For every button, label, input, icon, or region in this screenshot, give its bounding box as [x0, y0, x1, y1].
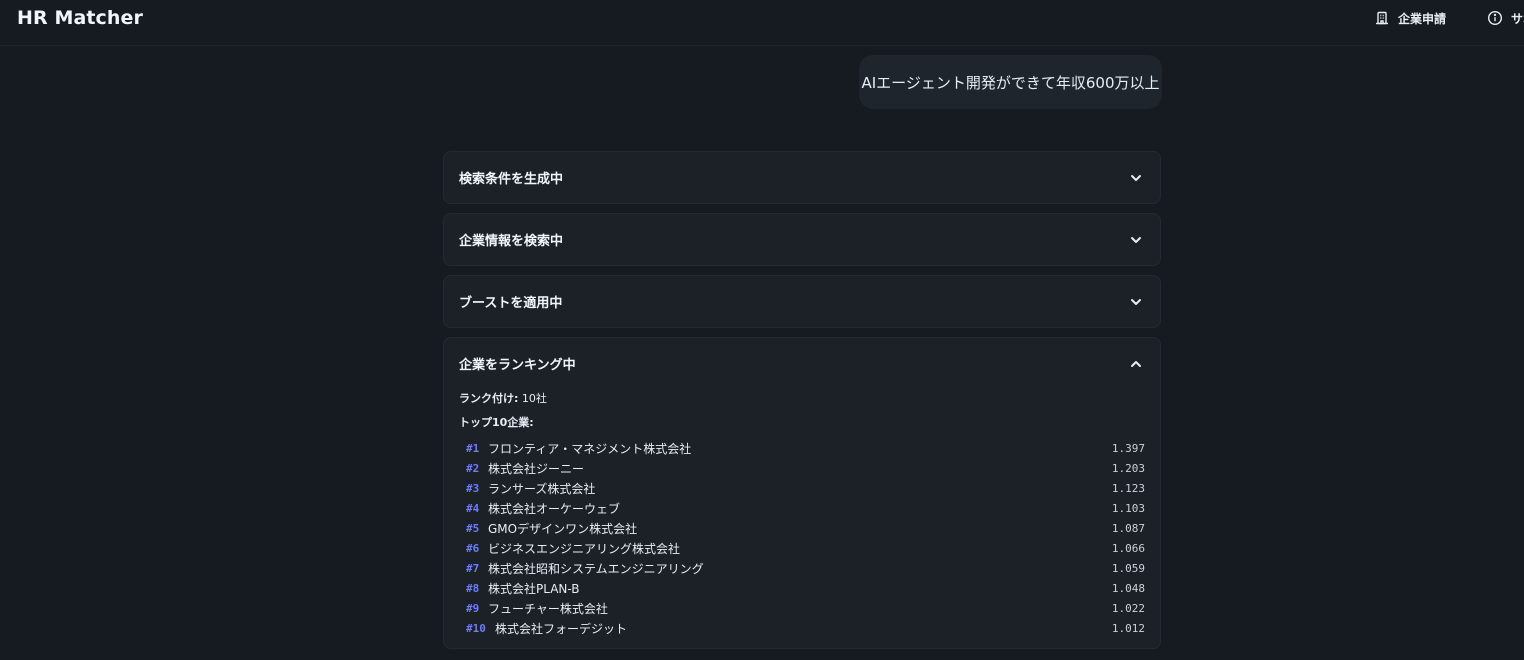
step-panel-apply-boost: ブーストを適用中 [443, 275, 1161, 328]
company-score: 1.022 [1111, 602, 1145, 615]
rank-number: #6 [466, 542, 480, 555]
company-score: 1.123 [1111, 482, 1145, 495]
company-name: 株式会社オーケーウェブ [488, 502, 621, 516]
building-icon [1376, 11, 1388, 25]
rank-number: #2 [466, 462, 480, 475]
rank-number: #7 [466, 562, 480, 575]
company-score: 1.103 [1111, 502, 1145, 515]
ranking-row: #3 ランサーズ株式会社 1.123 [459, 479, 1145, 499]
company-name: ランサーズ株式会社 [488, 482, 596, 496]
chevron-down-icon [1131, 175, 1141, 181]
rank-count-value: 10社 [521, 392, 547, 405]
rank-number: #9 [466, 602, 480, 615]
company-score: 1.059 [1111, 562, 1145, 575]
chevron-down-icon [1131, 299, 1141, 305]
support-button[interactable]: サポート [1487, 8, 1524, 28]
ranking-row: #10 株式会社フォーデジット 1.012 [459, 619, 1145, 639]
company-name: フューチャー株式会社 [488, 602, 608, 616]
ranking-row: #5 GMOデザインワン株式会社 1.087 [459, 519, 1145, 539]
user-message-bubble: AIエージェント開発ができて年収600万以上 [859, 55, 1162, 109]
ranking-row: #7 株式会社昭和システムエンジニアリング 1.059 [459, 559, 1145, 579]
company-apply-label: 企業申請 [1398, 11, 1447, 26]
company-score: 1.087 [1111, 522, 1145, 535]
top-bar: HR Matcher 企業申請 サポート [0, 0, 1524, 46]
company-score: 1.203 [1111, 462, 1145, 475]
chevron-down-icon [1131, 237, 1141, 243]
rank-number: #5 [466, 522, 480, 535]
step-header-apply-boost[interactable]: ブーストを適用中 [444, 276, 1160, 327]
rank-number: #4 [466, 502, 480, 515]
ranking-row: #4 株式会社オーケーウェブ 1.103 [459, 499, 1145, 519]
company-name: ビジネスエンジニアリング株式会社 [488, 542, 681, 556]
ranking-row: #9 フューチャー株式会社 1.022 [459, 599, 1145, 619]
ranking-body: ランク付け: 10社 トップ10企業: #1 フロンティア・マネジメント株式会社… [444, 389, 1160, 639]
brand-title[interactable]: HR Matcher [17, 7, 143, 29]
step-header-generate-conditions[interactable]: 検索条件を生成中 [444, 152, 1160, 203]
step-panel-search-company: 企業情報を検索中 [443, 213, 1161, 266]
ranking-row: #2 株式会社ジーニー 1.203 [459, 459, 1145, 479]
company-name: フロンティア・マネジメント株式会社 [488, 442, 692, 456]
rank-count-label: ランク付け: [459, 392, 519, 405]
ranking-list: #1 フロンティア・マネジメント株式会社 1.397 #2 株式会社ジーニー 1… [459, 439, 1145, 639]
rank-count: ランク付け: 10社 [459, 389, 1145, 409]
ranking-row: #8 株式会社PLAN-B 1.048 [459, 579, 1145, 599]
step-header-search-company[interactable]: 企業情報を検索中 [444, 214, 1160, 265]
step-title: ブーストを適用中 [459, 296, 563, 311]
step-title: 企業情報を検索中 [459, 234, 564, 249]
company-score: 1.066 [1111, 542, 1145, 555]
rank-number: #10 [466, 622, 486, 635]
company-score: 1.048 [1111, 582, 1145, 595]
company-score: 1.397 [1111, 442, 1145, 455]
top-companies-title: トップ10企業: [459, 416, 534, 429]
step-title: 企業をランキング中 [459, 358, 576, 373]
rank-number: #8 [466, 582, 480, 595]
company-name: 株式会社PLAN-B [488, 582, 580, 596]
ranking-row: #1 フロンティア・マネジメント株式会社 1.397 [459, 439, 1145, 459]
ranking-row: #6 ビジネスエンジニアリング株式会社 1.066 [459, 539, 1145, 559]
step-panel-ranking: 企業をランキング中 ランク付け: 10社 トップ10企業: #1 フロンティア・… [443, 337, 1161, 649]
step-panel-generate-conditions: 検索条件を生成中 [443, 151, 1161, 204]
company-score: 1.012 [1111, 622, 1145, 635]
info-circle-icon [1487, 10, 1503, 26]
company-apply-button[interactable]: 企業申請 [1374, 8, 1446, 28]
step-header-ranking[interactable]: 企業をランキング中 [444, 338, 1160, 389]
support-label: サポート [1511, 11, 1524, 26]
rank-number: #3 [466, 482, 480, 495]
company-name: GMOデザインワン株式会社 [488, 522, 638, 536]
step-title: 検索条件を生成中 [459, 172, 564, 187]
company-name: 株式会社フォーデジット [495, 622, 628, 636]
company-name: 株式会社ジーニー [488, 462, 585, 476]
chevron-up-icon [1131, 361, 1141, 367]
rank-number: #1 [466, 442, 480, 455]
company-name: 株式会社昭和システムエンジニアリング [488, 562, 704, 576]
